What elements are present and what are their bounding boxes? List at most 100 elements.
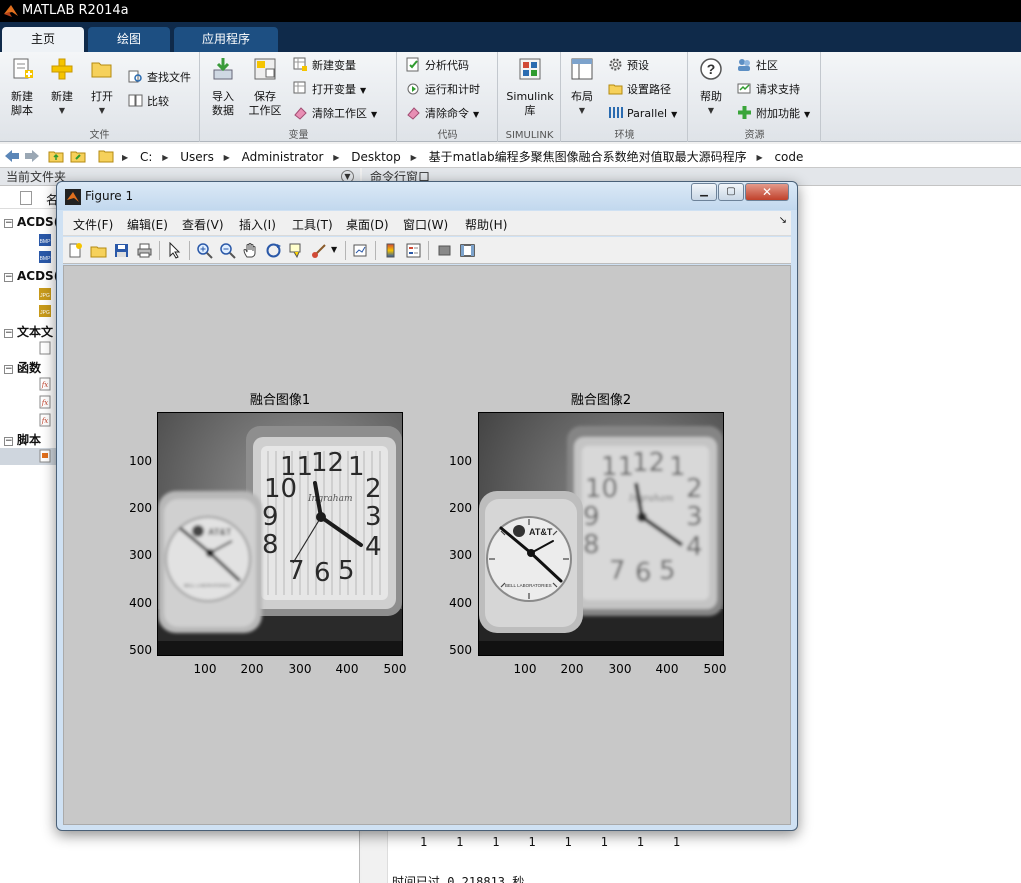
figure-title-bar[interactable]: Figure 1 ▁ ▢ ✕	[57, 182, 797, 210]
function-file-icon[interactable]: fx	[38, 395, 52, 409]
find-files-button[interactable]: 查找文件	[128, 68, 191, 88]
clock-photo-2: 11 12 1 2 10 3 9 8 4 7 6 5 Ingraham AT&T…	[479, 413, 723, 655]
new-figure-icon[interactable]	[67, 242, 84, 259]
browse-folder-icon[interactable]	[70, 148, 86, 164]
clear-workspace-button[interactable]: 清除工作区 ▼	[293, 104, 377, 124]
jpg-file-icon[interactable]: JPG	[38, 287, 52, 301]
function-file-icon[interactable]: fx	[38, 377, 52, 391]
menu-help[interactable]: 帮助(H)	[465, 216, 507, 233]
group-label: ACDS(	[17, 269, 60, 283]
analyze-code-button[interactable]: 分析代码	[406, 56, 469, 76]
maximize-button[interactable]: ▢	[718, 183, 744, 201]
collapse-icon[interactable]: −	[4, 365, 13, 374]
zoom-in-icon[interactable]	[196, 242, 213, 259]
import-data-button[interactable]: 导入 数据	[203, 56, 243, 118]
community-button[interactable]: 社区	[737, 56, 778, 76]
help-button[interactable]: ? 帮助 ▼	[691, 56, 731, 118]
group-acdsee-bmp[interactable]: − ACDS(	[4, 215, 59, 229]
collapse-icon[interactable]: −	[4, 219, 13, 228]
axes-2-image[interactable]: 11 12 1 2 10 3 9 8 4 7 6 5 Ingraham AT&T…	[478, 412, 724, 656]
big-clock-numeral-9: 9	[583, 502, 600, 532]
menu-tools[interactable]: 工具(T)	[292, 216, 333, 233]
group-acdsee-jpg[interactable]: − ACDS(	[4, 269, 59, 283]
save-workspace-button[interactable]: 保存 工作区	[245, 56, 285, 118]
menu-view[interactable]: 查看(V)	[182, 216, 224, 233]
root-folder-icon[interactable]	[98, 148, 114, 164]
close-button[interactable]: ✕	[745, 183, 789, 201]
crumb-drive[interactable]: C:	[140, 150, 152, 164]
preferences-button[interactable]: 预设	[608, 56, 649, 76]
open-variable-dropdown-icon[interactable]: ▼	[360, 86, 366, 95]
function-file-icon[interactable]: fx	[38, 413, 52, 427]
brush-dropdown-icon[interactable]: ▼	[331, 245, 337, 254]
request-support-icon	[737, 83, 751, 94]
parallel-button[interactable]: Parallel ▼	[608, 104, 677, 124]
tab-apps[interactable]: 应用程序	[174, 27, 278, 52]
collapse-icon[interactable]: −	[4, 329, 13, 338]
bmp-file-icon[interactable]: BMP	[38, 233, 52, 247]
new-script-button[interactable]: 新建 脚本	[2, 56, 42, 118]
set-path-button[interactable]: 设置路径	[608, 80, 671, 100]
open-button[interactable]: 打开 ▼	[82, 56, 122, 118]
crumb-administrator[interactable]: Administrator	[242, 150, 324, 164]
legend-icon[interactable]	[405, 242, 422, 259]
tab-plots[interactable]: 绘图	[88, 27, 170, 52]
new-button[interactable]: 新建 ▼	[42, 56, 82, 118]
menu-file[interactable]: 文件(F)	[73, 216, 113, 233]
figure-window[interactable]: Figure 1 ▁ ▢ ✕ 文件(F) 编辑(E) 查看(V) 插入(I) 工…	[56, 181, 798, 831]
menu-desktop[interactable]: 桌面(D)	[346, 216, 389, 233]
crumb-code[interactable]: code	[774, 150, 803, 164]
up-folder-icon[interactable]	[48, 148, 64, 164]
group-text-files[interactable]: − 文本文	[4, 323, 53, 340]
run-and-time-button[interactable]: 运行和计时	[406, 80, 480, 100]
new-variable-button[interactable]: 新建变量	[293, 56, 356, 76]
axes-1-image[interactable]: 11 12 1 2 10 3 9 8 4 7 6 5 Ingraham AT&T…	[157, 412, 403, 656]
layout-button[interactable]: 布局 ▼	[562, 56, 602, 118]
menu-insert[interactable]: 插入(I)	[239, 216, 276, 233]
collapse-icon[interactable]: −	[4, 273, 13, 282]
menu-window[interactable]: 窗口(W)	[403, 216, 448, 233]
request-support-button[interactable]: 请求支持	[737, 80, 800, 100]
group-functions[interactable]: − 函数	[4, 359, 41, 376]
add-ons-button[interactable]: 附加功能 ▼	[737, 104, 810, 124]
bmp-file-icon[interactable]: BMP	[38, 250, 52, 264]
group-scripts[interactable]: − 脚本	[4, 431, 41, 448]
menu-edit[interactable]: 编辑(E)	[127, 216, 168, 233]
print-icon[interactable]	[136, 242, 153, 259]
clock-photo-1: 11 12 1 2 10 3 9 8 4 7 6 5 Ingraham AT&T…	[158, 413, 402, 655]
crumb-project[interactable]: 基于matlab编程多聚焦图像融合系数绝对值取最大源码程序	[429, 150, 747, 164]
compare-button[interactable]: 比较	[128, 92, 169, 112]
tab-home[interactable]: 主页	[2, 27, 84, 52]
crumb-desktop[interactable]: Desktop	[351, 150, 401, 164]
data-cursor-icon[interactable]	[288, 242, 305, 259]
open-file-icon[interactable]	[90, 242, 107, 259]
jpg-file-icon[interactable]: JPG	[38, 304, 52, 318]
back-arrow-icon[interactable]	[4, 148, 20, 164]
set-path-label: 设置路径	[627, 83, 671, 96]
collapse-icon[interactable]: −	[4, 437, 13, 446]
show-plot-tools-icon[interactable]	[459, 242, 476, 259]
rotate-3d-icon[interactable]	[265, 242, 282, 259]
open-variable-button[interactable]: 打开变量 ▼	[293, 80, 366, 100]
clear-workspace-dropdown-icon[interactable]: ▼	[371, 110, 377, 119]
simulink-library-button[interactable]: Simulink 库	[501, 56, 559, 118]
script-file-icon[interactable]	[38, 449, 52, 463]
parallel-dropdown-icon[interactable]: ▼	[671, 110, 677, 119]
figure-canvas[interactable]: 融合图像1 11 12 1 2 10 3 9 8 4 7 6 5 Ingraha…	[63, 265, 791, 825]
brush-icon[interactable]	[311, 242, 328, 259]
crumb-users[interactable]: Users	[180, 150, 214, 164]
hide-plot-tools-icon[interactable]	[436, 242, 453, 259]
zoom-out-icon[interactable]	[219, 242, 236, 259]
clear-commands-dropdown-icon[interactable]: ▼	[473, 110, 479, 119]
pointer-arrow-icon[interactable]	[166, 242, 183, 259]
dock-arrow-icon[interactable]: ↘	[779, 215, 787, 226]
minimize-button[interactable]: ▁	[691, 183, 717, 201]
add-ons-dropdown-icon[interactable]: ▼	[804, 110, 810, 119]
pan-hand-icon[interactable]	[242, 242, 259, 259]
save-figure-icon[interactable]	[113, 242, 130, 259]
text-file-icon[interactable]	[38, 341, 52, 355]
link-plot-icon[interactable]	[352, 242, 369, 259]
forward-arrow-icon[interactable]	[24, 148, 40, 164]
clear-commands-button[interactable]: 清除命令 ▼	[406, 104, 479, 124]
colorbar-icon[interactable]	[382, 242, 399, 259]
